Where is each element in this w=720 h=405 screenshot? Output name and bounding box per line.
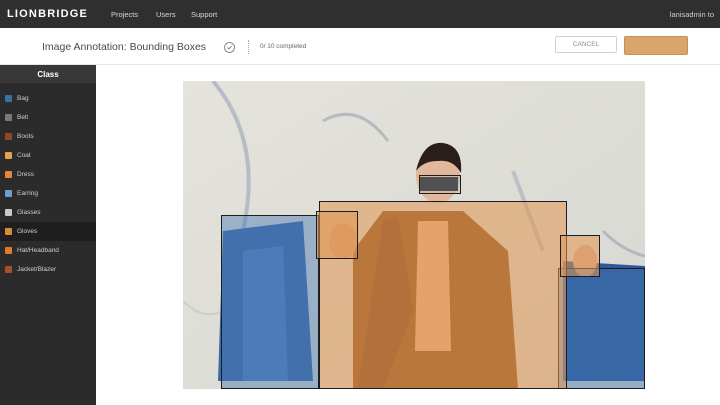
bbox-glasses[interactable] [419,175,461,194]
annotation-canvas[interactable] [96,65,720,405]
belt-icon [5,114,12,121]
class-item-boots[interactable]: Boots [0,127,96,146]
class-item-label: Boots [17,133,34,140]
earring-icon [5,190,12,197]
bbox-bag-left[interactable] [221,215,319,389]
user-menu[interactable]: lanisadmin to [670,10,714,19]
class-item-label: Dress [17,171,34,178]
bbox-glove-right[interactable] [560,235,600,277]
dress-icon [5,171,12,178]
top-navbar: LIONBRIDGE Projects Users Support lanisa… [0,0,720,28]
class-item-label: Coat [17,152,31,159]
class-item-label: Jacket/Blazer [17,266,57,273]
check-circle-icon[interactable] [224,42,235,53]
class-item-hat-headband[interactable]: Hat/Headband [0,241,96,260]
bbox-bag-right[interactable] [558,268,645,389]
class-item-label: Belt [17,114,29,121]
divider [248,40,249,54]
logo[interactable]: LIONBRIDGE [7,8,88,20]
page-title: Image Annotation: Bounding Boxes [42,41,207,53]
class-item-gloves[interactable]: Gloves [0,222,96,241]
cancel-button[interactable]: CANCEL [555,36,617,53]
jacket-icon [5,266,12,273]
submit-button[interactable] [624,36,688,55]
bbox-glove-left[interactable] [316,211,358,259]
class-item-earring[interactable]: Earring [0,184,96,203]
class-item-label: Gloves [17,228,38,235]
class-item-label: Glasses [17,209,41,216]
nav-users[interactable]: Users [156,10,176,19]
nav-support[interactable]: Support [191,10,217,19]
class-item-label: Hat/Headband [17,247,59,254]
nav-projects[interactable]: Projects [111,10,138,19]
hat-icon [5,247,12,254]
boots-icon [5,133,12,140]
coat-icon [5,152,12,159]
class-item-dress[interactable]: Dress [0,165,96,184]
sidebar-title: Class [0,65,96,83]
class-item-bag[interactable]: Bag [0,89,96,108]
glasses-icon [5,209,12,216]
annotation-image[interactable] [183,81,645,389]
class-item-label: Bag [17,95,29,102]
progress-text: 0/ 10 completed [260,43,307,50]
class-sidebar: Class Bag Belt Boots Coat Dress Earring Glasse… [0,65,96,405]
class-item-jacket-blazer[interactable]: Jacket/Blazer [0,260,96,279]
class-item-glasses[interactable]: Glasses [0,203,96,222]
gloves-icon [5,228,12,235]
page-header: Image Annotation: Bounding Boxes 0/ 10 c… [0,28,720,65]
class-item-coat[interactable]: Coat [0,146,96,165]
class-item-label: Earring [17,190,38,197]
bag-icon [5,95,12,102]
class-item-belt[interactable]: Belt [0,108,96,127]
